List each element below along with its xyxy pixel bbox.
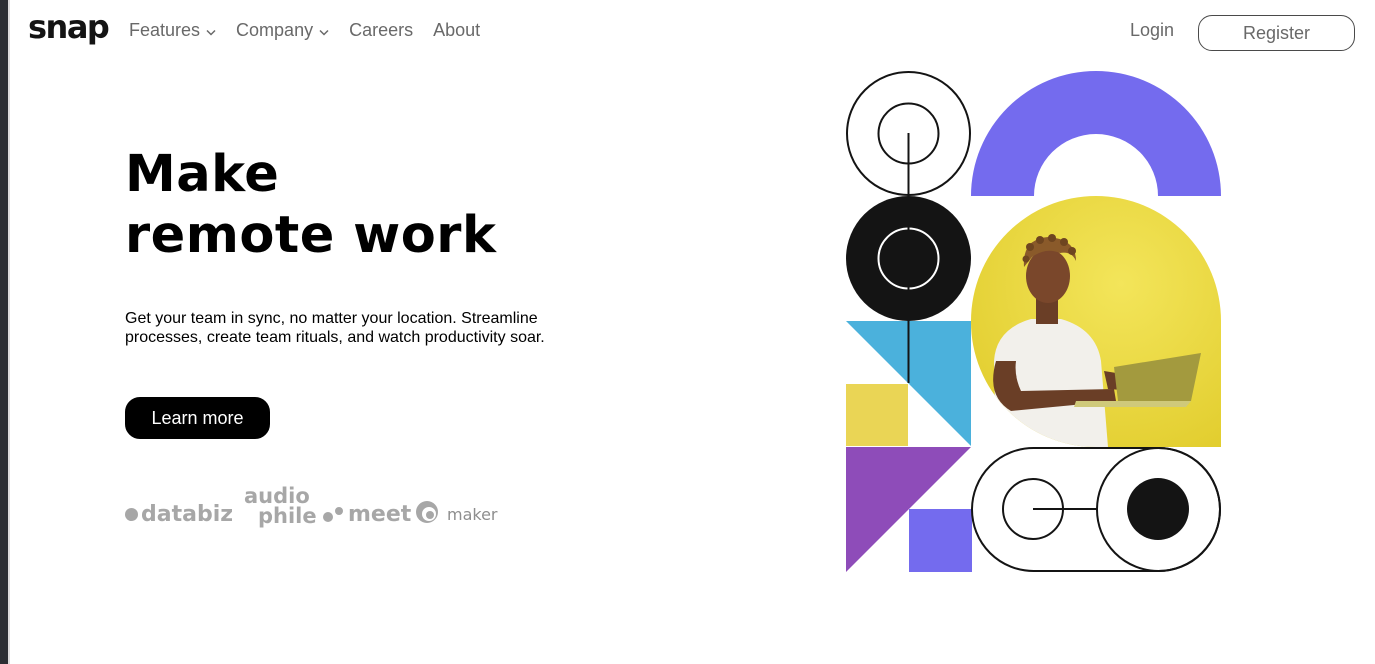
nav-careers[interactable]: Careers [349, 20, 413, 41]
nav-company[interactable]: Company [236, 20, 329, 41]
client-logo-databiz: databiz [125, 502, 233, 527]
client-logo-audiophile: audio phile [244, 484, 344, 527]
chevron-down-icon [319, 20, 329, 41]
nav-about-label: About [433, 20, 481, 40]
chevron-down-icon [206, 20, 216, 41]
nav-features-label: Features [129, 20, 201, 40]
audiophile-dots-icon [320, 505, 344, 527]
maker-swirl-icon [415, 500, 439, 528]
client-logo-maker: maker [415, 500, 498, 528]
hero-title: Make remote work [125, 144, 496, 266]
nav-careers-label: Careers [349, 20, 414, 40]
window-edge [0, 0, 10, 664]
learn-more-button[interactable]: Learn more [125, 397, 270, 439]
login-link[interactable]: Login [1130, 20, 1174, 41]
main-nav: Features Company Careers About [129, 20, 500, 41]
nav-features[interactable]: Features [129, 20, 216, 41]
databiz-dot-icon [125, 508, 138, 521]
databiz-text: databiz [141, 502, 234, 527]
maker-text: maker [447, 504, 498, 524]
audiophile-text-top: audio [244, 484, 310, 508]
nav-about[interactable]: About [433, 20, 480, 41]
person-photo [971, 196, 1221, 447]
client-logo-meet: meet [348, 502, 412, 527]
purple-arch-shape [971, 71, 1221, 196]
hero-title-line-1: Make [125, 145, 280, 204]
hero-description: Get your team in sync, no matter your lo… [125, 310, 545, 346]
audiophile-text-bottom: phile [258, 503, 317, 528]
audiophile-bottom-row: phile [244, 505, 344, 527]
hero-title-line-2: remote work [125, 206, 497, 265]
purple-square-shape [909, 509, 972, 572]
hero-illustration [846, 71, 1221, 572]
toggle-pill-shape [971, 447, 1221, 572]
logo[interactable]: snap [28, 8, 110, 46]
nav-company-label: Company [236, 20, 314, 40]
register-button[interactable]: Register [1198, 15, 1355, 51]
yellow-square-shape [846, 384, 908, 446]
